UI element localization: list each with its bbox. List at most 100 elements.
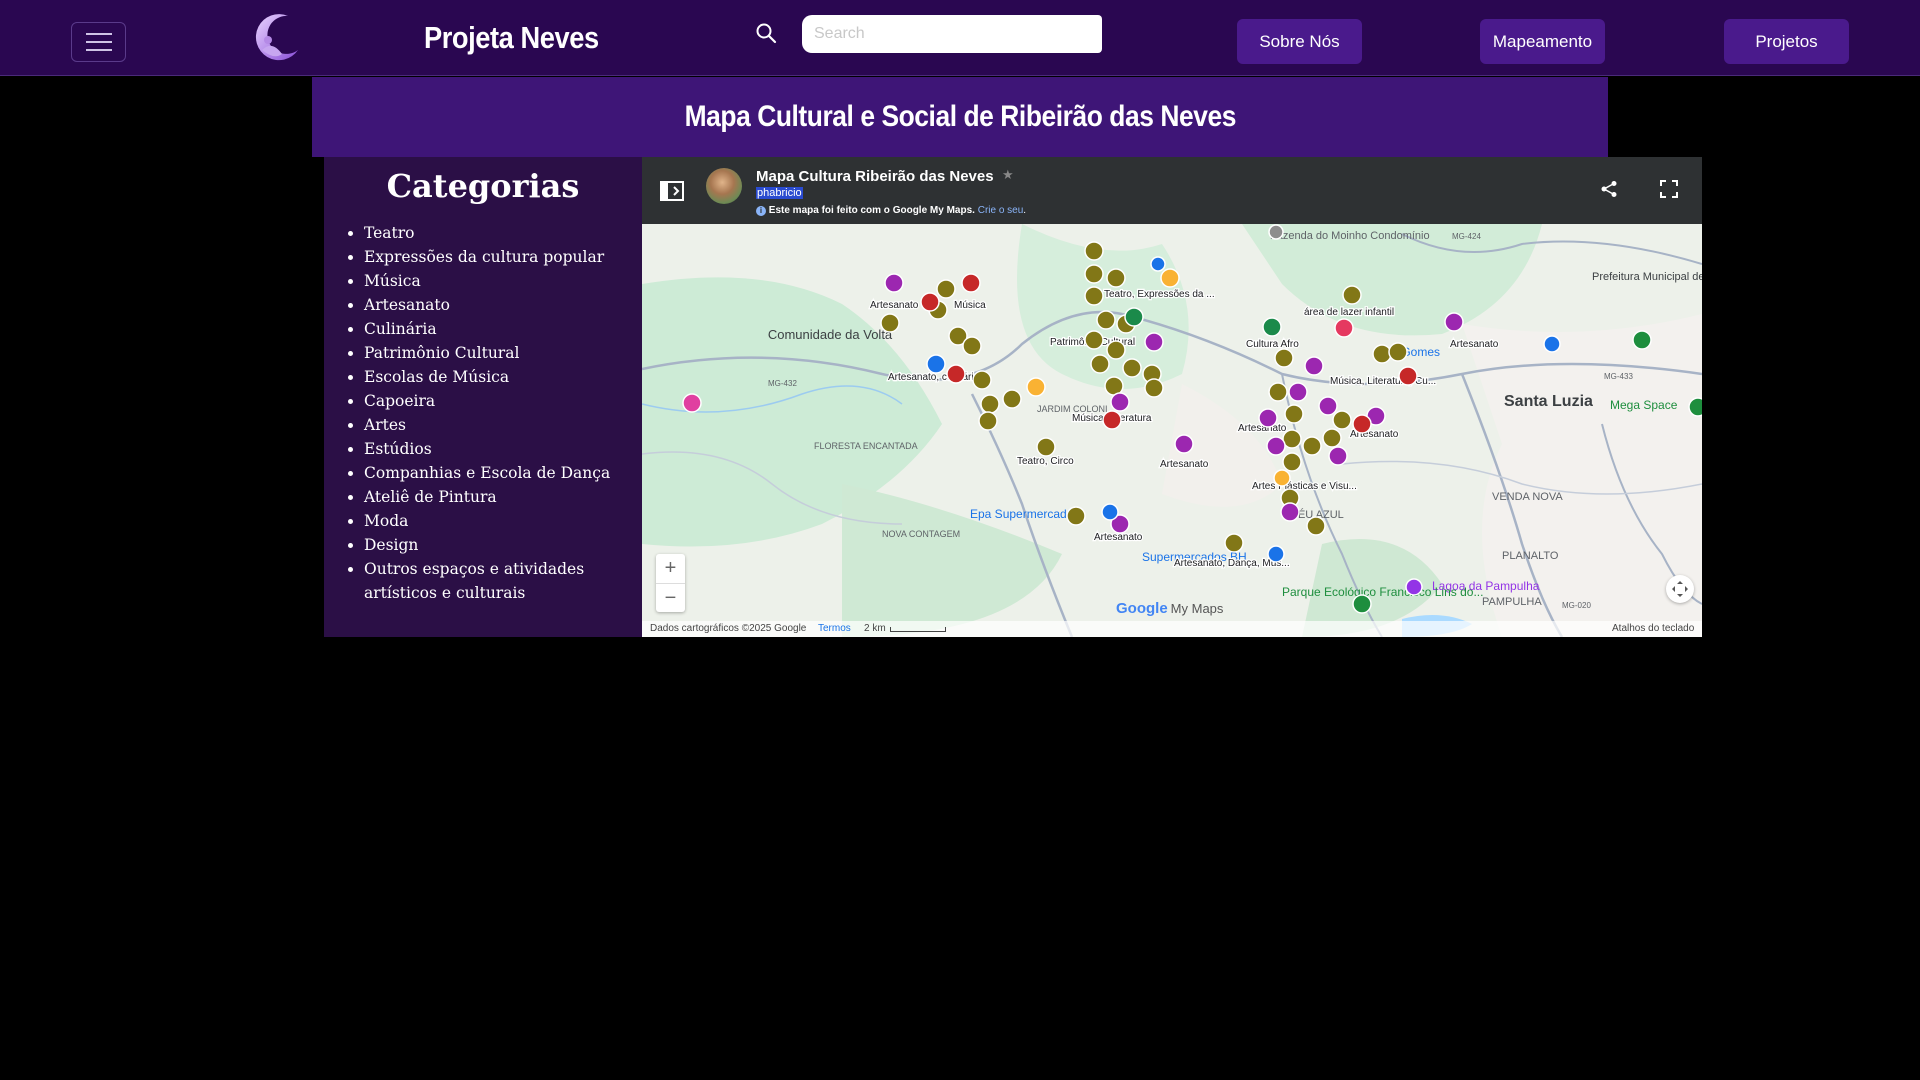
map-marker[interactable] xyxy=(980,394,1000,414)
share-icon[interactable] xyxy=(1600,180,1618,198)
map-marker[interactable] xyxy=(1144,378,1164,398)
map-marker[interactable] xyxy=(1084,241,1104,261)
map-marker[interactable] xyxy=(1122,358,1142,378)
map-marker[interactable] xyxy=(1284,404,1304,424)
map-marker[interactable] xyxy=(1144,332,1164,352)
side-panel-icon[interactable] xyxy=(660,181,684,201)
map-marker[interactable] xyxy=(1266,436,1286,456)
category-item[interactable]: Teatro xyxy=(364,221,642,245)
map-marker[interactable] xyxy=(1258,408,1278,428)
map-marker[interactable] xyxy=(682,393,702,413)
brand-name[interactable]: Projeta Neves xyxy=(424,20,599,56)
map-marker[interactable] xyxy=(1084,330,1104,350)
map-marker[interactable] xyxy=(884,273,904,293)
map-marker[interactable] xyxy=(926,354,946,374)
category-item[interactable]: Companhias e Escola de Dança xyxy=(364,461,642,485)
category-item[interactable]: Moda xyxy=(364,509,642,533)
category-item[interactable]: Patrimônio Cultural xyxy=(364,341,642,365)
map-marker[interactable] xyxy=(1306,516,1326,536)
map-marker[interactable] xyxy=(1322,428,1342,448)
menu-toggle-button[interactable] xyxy=(71,22,126,62)
category-item[interactable]: Artesanato xyxy=(364,293,642,317)
map-marker[interactable] xyxy=(1273,469,1291,487)
star-icon[interactable]: ★ xyxy=(1002,168,1014,183)
map-marker[interactable] xyxy=(1102,410,1122,430)
category-item[interactable]: Estúdios xyxy=(364,437,642,461)
map-canvas[interactable]: Comunidade da Volta Santa Luzia Mega Spa… xyxy=(642,224,1702,637)
search-input[interactable] xyxy=(802,15,1102,53)
map-marker[interactable] xyxy=(1352,594,1372,614)
map-marker[interactable] xyxy=(1110,392,1130,412)
map-marker[interactable] xyxy=(1174,434,1194,454)
map-marker[interactable] xyxy=(1066,506,1086,526)
google-my-maps-embed[interactable]: Mapa Cultura Ribeirão das Neves ★ phabri… xyxy=(642,157,1702,637)
map-marker[interactable] xyxy=(1224,533,1244,553)
map-marker[interactable] xyxy=(961,273,981,293)
map-marker[interactable] xyxy=(880,313,900,333)
zoom-in-button[interactable]: + xyxy=(656,554,685,583)
map-marker[interactable] xyxy=(1342,285,1362,305)
map-marker[interactable] xyxy=(1160,268,1180,288)
map-marker[interactable] xyxy=(1026,377,1046,397)
map-marker[interactable] xyxy=(1632,330,1652,350)
map-marker[interactable] xyxy=(936,279,956,299)
map-marker[interactable] xyxy=(1267,545,1285,563)
category-item[interactable]: Outros espaços e atividades artísticos e… xyxy=(364,557,642,605)
category-item[interactable]: Design xyxy=(364,533,642,557)
map-marker[interactable] xyxy=(978,411,998,431)
map-marker[interactable] xyxy=(1388,342,1408,362)
category-item[interactable]: Ateliê de Pintura xyxy=(364,485,642,509)
map-marker[interactable] xyxy=(1262,317,1282,337)
map-marker[interactable] xyxy=(972,370,992,390)
map-marker[interactable] xyxy=(1405,578,1423,596)
keyboard-shortcuts-link[interactable]: Atalhos do teclado xyxy=(1612,623,1694,634)
map-marker[interactable] xyxy=(1688,397,1702,417)
brand-logo-icon[interactable] xyxy=(248,10,304,66)
map-marker[interactable] xyxy=(1444,312,1464,332)
category-item[interactable]: Música xyxy=(364,269,642,293)
map-marker[interactable] xyxy=(1543,335,1561,353)
recenter-icon[interactable] xyxy=(1666,575,1694,603)
category-item[interactable]: Escolas de Música xyxy=(364,365,642,389)
map-marker[interactable] xyxy=(1318,396,1338,416)
map-marker[interactable] xyxy=(1280,502,1300,522)
map-marker[interactable] xyxy=(1288,382,1308,402)
projetos-button[interactable]: Projetos xyxy=(1724,19,1849,64)
map-marker[interactable] xyxy=(1036,437,1056,457)
map-marker[interactable] xyxy=(1002,389,1022,409)
map-marker[interactable] xyxy=(962,336,982,356)
map-marker[interactable] xyxy=(1328,446,1348,466)
owner-avatar[interactable] xyxy=(706,168,742,204)
map-marker[interactable] xyxy=(1334,318,1354,338)
zoom-out-button[interactable]: − xyxy=(656,583,685,612)
create-your-own-link[interactable]: Crie o seu xyxy=(978,205,1024,216)
fullscreen-icon[interactable] xyxy=(1660,180,1678,198)
map-marker[interactable] xyxy=(1084,286,1104,306)
map-marker[interactable] xyxy=(1268,224,1284,240)
category-item[interactable]: Capoeira xyxy=(364,389,642,413)
map-marker[interactable] xyxy=(1398,366,1418,386)
search-icon[interactable] xyxy=(754,21,778,45)
map-marker[interactable] xyxy=(1274,348,1294,368)
map-marker[interactable] xyxy=(1352,414,1372,434)
map-marker[interactable] xyxy=(1084,264,1104,284)
map-marker[interactable] xyxy=(1090,354,1110,374)
map-marker[interactable] xyxy=(1268,382,1288,402)
map-marker[interactable] xyxy=(1106,340,1126,360)
category-item[interactable]: Culinária xyxy=(364,317,642,341)
map-marker[interactable] xyxy=(1124,307,1144,327)
map-marker[interactable] xyxy=(1106,268,1126,288)
map-marker[interactable] xyxy=(1332,410,1352,430)
category-item[interactable]: Expressões da cultura popular xyxy=(364,245,642,269)
map-owner[interactable]: phabricio xyxy=(756,187,803,199)
map-marker[interactable] xyxy=(1150,256,1166,272)
map-marker[interactable] xyxy=(1282,452,1302,472)
map-marker[interactable] xyxy=(1372,344,1392,364)
map-marker[interactable] xyxy=(1101,503,1119,521)
map-marker[interactable] xyxy=(1304,356,1324,376)
mapeamento-button[interactable]: Mapeamento xyxy=(1480,19,1605,64)
terms-link[interactable]: Termos xyxy=(818,623,851,634)
map-marker[interactable] xyxy=(946,364,966,384)
category-item[interactable]: Artes xyxy=(364,413,642,437)
map-marker[interactable] xyxy=(920,292,940,312)
